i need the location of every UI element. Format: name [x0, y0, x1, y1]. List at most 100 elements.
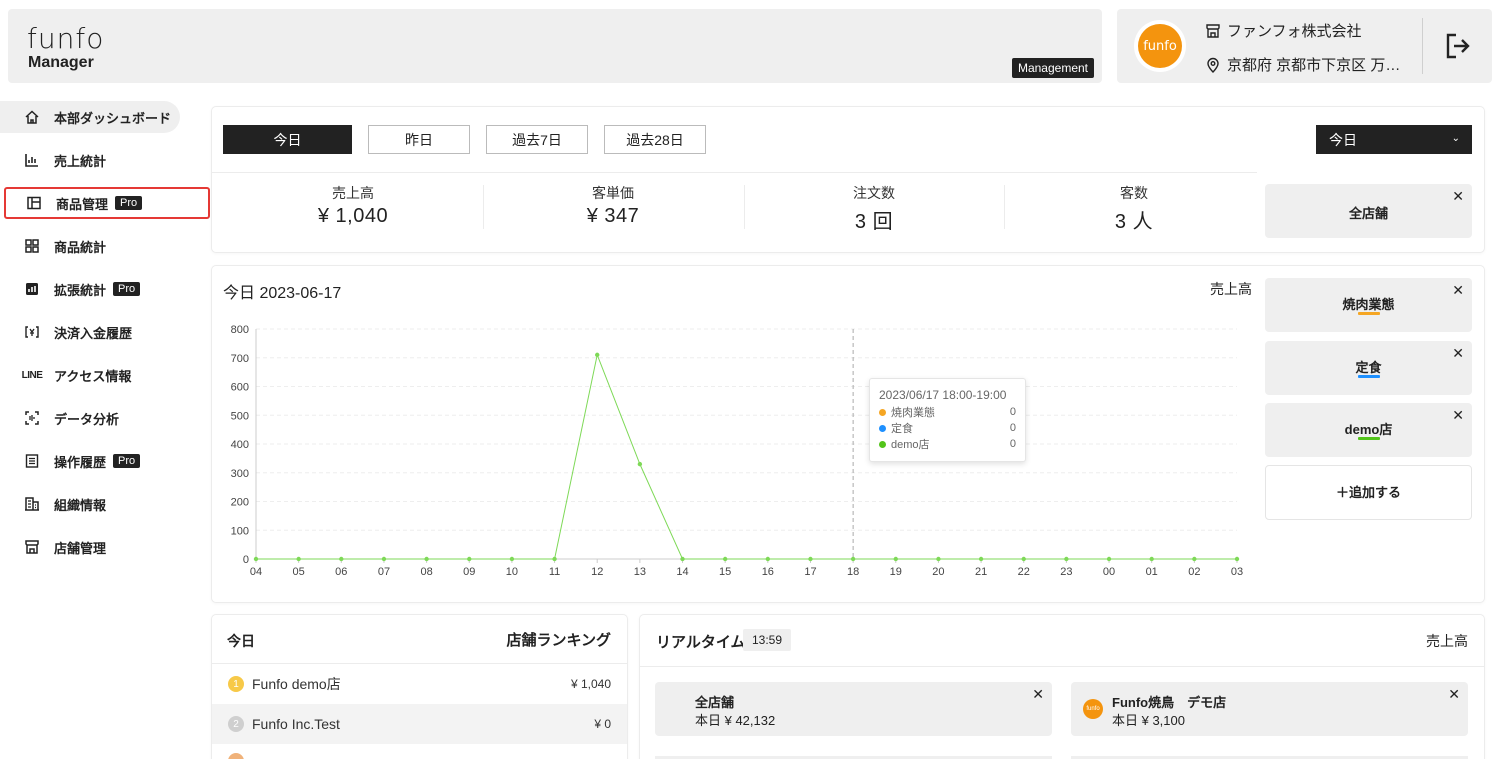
add-store-button[interactable]: ＋追加する [1265, 465, 1472, 520]
logout-icon[interactable] [1445, 32, 1471, 60]
tooltip-row: demo店 0 [879, 436, 1016, 452]
tab-last-28-days[interactable]: 過去28日 [604, 125, 706, 154]
ranking-row[interactable]: 2 Funfo Inc.Test ¥ 0 [212, 704, 627, 744]
realtime-time-badge: 13:59 [743, 629, 792, 651]
x-tick-label: 23 [1060, 566, 1072, 578]
data-point [1149, 556, 1154, 562]
series-color-line [1357, 375, 1380, 378]
series-color-line [1357, 312, 1380, 315]
location-pin-icon [1207, 57, 1219, 73]
data-point [893, 556, 898, 562]
company-name: ファンフォ株式会社 [1227, 23, 1362, 40]
x-tick-label: 01 [1146, 566, 1158, 578]
x-tick-label: 02 [1188, 566, 1200, 578]
range-select[interactable]: 今日 ⌄ [1316, 125, 1472, 154]
y-tick-label: 400 [231, 439, 249, 451]
sidebar-item-product-stats[interactable]: 商品統計 [0, 230, 210, 262]
sidebar-item-label: 本部ダッシュボード [54, 110, 172, 126]
sidebar-item-payment-history[interactable]: 決済入金履歴 [0, 316, 210, 348]
sidebar-item-product-management[interactable]: 商品管理 Pro [4, 187, 210, 219]
x-tick-label: 16 [762, 566, 774, 578]
x-tick-label: 03 [1231, 566, 1243, 578]
tooltip-series-value: 0 [1009, 438, 1016, 450]
sidebar-item-extended-stats[interactable]: 拡張統計 Pro [0, 273, 210, 305]
ranking-period: 今日 [227, 633, 255, 649]
scan-icon [23, 409, 41, 427]
avatar[interactable]: funfo [1138, 24, 1182, 68]
store-card-demo[interactable]: ✕ demo店 [1265, 403, 1472, 457]
metric-avg-spend: 客単価 ¥ 347 [483, 183, 743, 228]
legend-dot-icon [879, 408, 886, 416]
sidebar-item-data-analysis[interactable]: データ分析 [0, 402, 210, 434]
y-tick-label: 0 [243, 554, 249, 566]
store-card-yakiniku[interactable]: ✕ 焼肉業態 [1265, 278, 1472, 332]
data-point [1234, 556, 1240, 562]
line-icon: LINE [21, 369, 43, 381]
realtime-metric-label: 売上高 [1426, 633, 1468, 649]
sidebar-item-label: 店舗管理 [54, 540, 107, 556]
x-tick-label: 21 [975, 566, 987, 578]
sidebar-item-store-management[interactable]: 店舗管理 [0, 531, 210, 563]
data-point [296, 556, 301, 562]
metric-value: 3 回 [854, 211, 894, 233]
y-tick-label: 800 [231, 324, 249, 336]
realtime-card-yakitori[interactable]: ✕ funfo Funfo焼鳥 デモ店 本日 ¥ 3,100 [1071, 682, 1468, 736]
header-divider [1422, 18, 1423, 74]
rank-medal-icon: 2 [228, 716, 244, 732]
tooltip-series-value: 0 [1009, 406, 1016, 418]
tooltip-title: 2023/06/17 18:00-19:00 [879, 388, 1007, 402]
y-tick-label: 100 [231, 525, 249, 537]
metric-value: ¥ 1,040 [317, 205, 389, 227]
store-avatar: funfo [1083, 699, 1103, 719]
series-line [256, 353, 1237, 560]
y-tick-label: 600 [231, 382, 249, 394]
management-badge: Management [1011, 58, 1094, 78]
data-point [509, 556, 515, 562]
ranking-row[interactable]: 1 Funfo demo店 ¥ 1,040 [212, 664, 627, 704]
bar-chart-icon [23, 151, 41, 169]
x-tick-label: 15 [719, 566, 731, 578]
tab-today[interactable]: 今日 [223, 125, 352, 154]
sidebar-item-label: 操作履歴 [54, 454, 107, 470]
layout-icon [25, 194, 43, 212]
sidebar: 本部ダッシュボード 売上統計 商品管理 Pro 商品統計 拡張統計 Pro 決済… [0, 101, 210, 574]
sidebar-item-label: 売上統計 [54, 153, 107, 169]
realtime-card-value: 本日 ¥ 3,100 [1112, 713, 1185, 728]
payment-icon [23, 323, 41, 341]
store-card-label: 定食 [1355, 360, 1382, 375]
store-card-teishoku[interactable]: ✕ 定食 [1265, 341, 1472, 395]
sidebar-item-operation-history[interactable]: 操作履歴 Pro [0, 445, 210, 477]
sidebar-item-access-info[interactable]: LINE アクセス情報 [0, 359, 210, 391]
metric-label: 客数 [1120, 185, 1148, 201]
tab-yesterday[interactable]: 昨日 [368, 125, 470, 154]
sidebar-item-label: 決済入金履歴 [54, 325, 133, 341]
tooltip-series-name: 定食 [891, 423, 913, 435]
close-icon[interactable]: ✕ [1032, 686, 1044, 703]
realtime-card-name: 全店舗 [695, 695, 735, 710]
data-point [808, 556, 813, 562]
x-tick-label: 11 [549, 566, 560, 578]
header-brand-area: funfo Manager Management [8, 9, 1102, 83]
logo-text: funfo [27, 22, 105, 55]
data-point [978, 556, 984, 562]
legend-dot-icon [879, 424, 886, 432]
ranking-store-value: ¥ 1,040 [570, 677, 611, 691]
home-icon [23, 108, 41, 126]
x-tick-label: 17 [804, 566, 816, 578]
sidebar-item-organization[interactable]: 組織情報 [0, 488, 210, 520]
close-icon[interactable]: ✕ [1448, 686, 1460, 703]
sidebar-item-sales-stats[interactable]: 売上統計 [0, 144, 210, 176]
realtime-panel: リアルタイム 13:59 売上高 ✕ 全店舗 本日 ¥ 42,132 ✕ fun… [640, 615, 1484, 759]
sidebar-item-label: データ分析 [54, 411, 120, 427]
x-tick-label: 00 [1103, 566, 1115, 578]
divider [212, 172, 1257, 173]
realtime-card-all[interactable]: ✕ 全店舗 本日 ¥ 42,132 [655, 682, 1052, 736]
store-card-all[interactable]: ✕ 全店舗 [1265, 184, 1472, 238]
pro-badge: Pro [113, 282, 141, 296]
data-point [936, 556, 941, 562]
tab-last-7-days[interactable]: 過去7日 [486, 125, 588, 154]
y-tick-label: 200 [231, 497, 249, 509]
sidebar-item-dashboard[interactable]: 本部ダッシュボード [0, 101, 180, 133]
sales-line-chart[interactable]: 010020030040050060070080004 05 06 07 08 09 10 1… [212, 266, 1257, 602]
building-icon [23, 495, 41, 513]
